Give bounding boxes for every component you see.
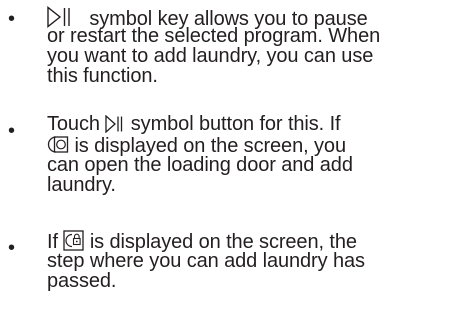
paragraph: symbol key allows you to pause or restar…	[47, 6, 447, 86]
text-line: can open the loading door and add	[47, 154, 353, 176]
paragraph: If is displayed on the screen, the step …	[47, 230, 447, 291]
bullet-marker: •	[8, 120, 16, 142]
play-pause-icon	[105, 115, 125, 133]
bullet-marker: •	[8, 8, 16, 30]
bullet-marker: •	[8, 237, 16, 259]
text-line: is displayed on the screen, you	[47, 135, 447, 156]
text-line: or restart the selected program. When	[47, 25, 381, 47]
text-line: step where you can add laundry has	[47, 250, 365, 272]
text-line: this function.	[47, 65, 158, 87]
add-laundry-icon	[47, 135, 69, 154]
paragraph: Touch symbol button for this. If is disp…	[47, 114, 447, 195]
text-line: you want to add laundry, you can use	[47, 45, 374, 67]
text-line: passed.	[47, 270, 117, 292]
text-line: symbol key allows you to pause	[47, 6, 447, 29]
text-line: laundry.	[47, 174, 116, 196]
text-line: If is displayed on the screen, the	[47, 230, 357, 253]
door-locked-icon	[63, 230, 85, 251]
text-line: Touch symbol button for this. If	[47, 113, 341, 135]
